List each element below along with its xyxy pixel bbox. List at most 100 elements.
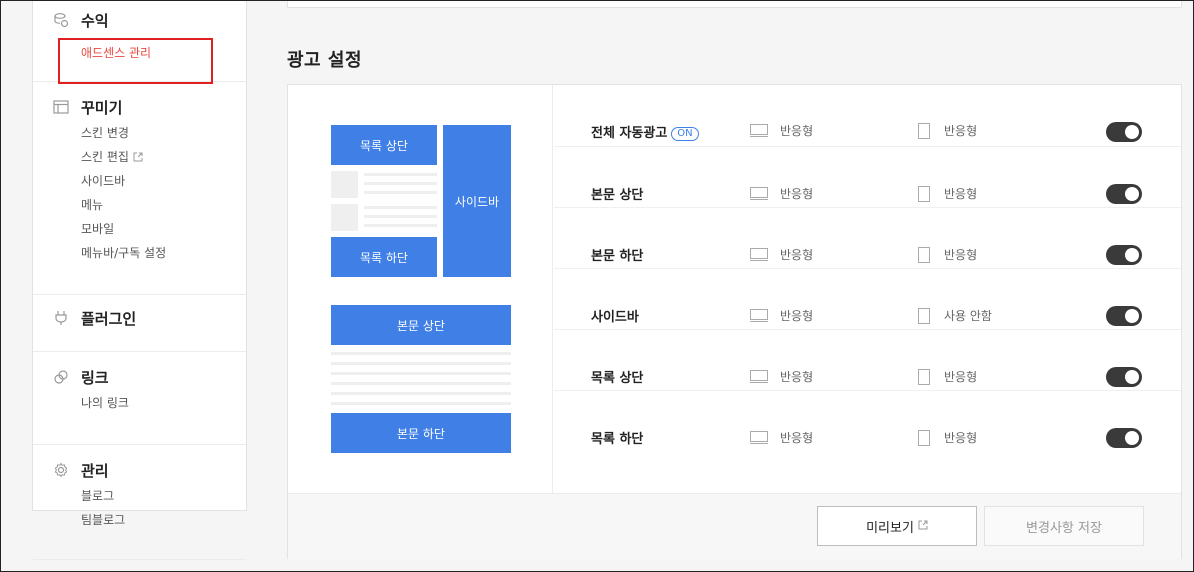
monitor-icon xyxy=(750,248,768,261)
mobile-icon xyxy=(918,185,930,202)
preview-list-bottom: 목록 하단 xyxy=(331,237,437,277)
sidebar-item-blog[interactable]: 블로그 xyxy=(33,484,246,508)
sidebar-title-link: 링크 xyxy=(81,368,109,387)
sidebar-item-menu[interactable]: 메뉴 xyxy=(33,193,246,217)
ad-toggle-body-top[interactable] xyxy=(1106,184,1142,204)
layout-icon xyxy=(52,98,70,116)
preview-button[interactable]: 미리보기 xyxy=(817,506,977,546)
preview-list-top: 목록 상단 xyxy=(331,125,437,165)
external-link-icon xyxy=(918,519,928,534)
preview-line xyxy=(364,215,437,218)
monitor-icon xyxy=(750,187,768,200)
ad-toggle-body-bottom[interactable] xyxy=(1106,245,1142,265)
pc-setting[interactable]: 반응형 xyxy=(750,429,813,446)
sidebar-header-link[interactable]: 링크 xyxy=(33,365,246,389)
sidebar-item-my-link[interactable]: 나의 링크 xyxy=(33,391,246,415)
sidebar-item-team-blog[interactable]: 팀블로그 xyxy=(33,508,246,532)
preview-line xyxy=(364,182,437,185)
sidebar-section-manage: 관리 블로그 팀블로그 xyxy=(33,458,246,560)
sidebar-item-skin-edit-label: 스킨 편집 xyxy=(81,150,129,164)
ad-row-body-bottom: 본문 하단 반응형 반응형 xyxy=(554,208,1181,269)
ad-toggle-list-top[interactable] xyxy=(1106,367,1142,387)
pc-setting[interactable]: 반응형 xyxy=(750,307,813,324)
preview-line xyxy=(331,392,511,395)
mobile-setting[interactable]: 사용 안함 xyxy=(918,307,992,324)
preview-line xyxy=(331,362,511,365)
pc-setting[interactable]: 반응형 xyxy=(750,122,813,139)
sidebar-item-skin-change[interactable]: 스킨 변경 xyxy=(33,121,246,145)
preview-body-top: 본문 상단 xyxy=(331,305,511,345)
sidebar-header-customize[interactable]: 꾸미기 xyxy=(33,95,246,119)
ad-row-auto: 전체 자동광고 ON 반응형 반응형 xyxy=(554,85,1181,147)
ad-toggle-auto[interactable] xyxy=(1106,122,1142,142)
sidebar-item-mobile[interactable]: 모바일 xyxy=(33,217,246,241)
plug-icon xyxy=(52,309,70,327)
mobile-setting[interactable]: 반응형 xyxy=(918,246,977,263)
ad-row-label: 사이드바 xyxy=(591,310,639,325)
preview-line xyxy=(331,372,511,375)
pc-setting-value: 반응형 xyxy=(780,370,814,384)
save-changes-button[interactable]: 변경사항 저장 xyxy=(984,506,1144,546)
sidebar-section-link: 링크 나의 링크 xyxy=(33,365,246,445)
preview-thumb xyxy=(331,204,358,231)
pc-setting-value: 반응형 xyxy=(780,124,814,138)
page-title: 광고 설정 xyxy=(287,50,363,71)
sidebar-item-skin-edit[interactable]: 스킨 편집 xyxy=(33,145,246,169)
ad-row-body-top: 본문 상단 반응형 반응형 xyxy=(554,147,1181,208)
preview-sidebar: 사이드바 xyxy=(443,125,511,277)
sidebar-title-customize: 꾸미기 xyxy=(81,98,123,117)
sidebar-header-revenue[interactable]: 수익 xyxy=(33,0,246,32)
monitor-icon xyxy=(750,124,768,137)
ad-row-label: 전체 자동광고 ON xyxy=(591,122,699,141)
preview-line xyxy=(331,402,511,405)
preview-thumb xyxy=(331,171,358,198)
top-card xyxy=(287,0,1182,8)
preview-line xyxy=(364,224,437,227)
mobile-setting-value: 반응형 xyxy=(944,124,978,138)
ad-toggle-sidebar[interactable] xyxy=(1106,306,1142,326)
highlight-box xyxy=(58,38,213,84)
sidebar-header-plugin[interactable]: 플러그인 xyxy=(33,306,246,330)
mobile-setting[interactable]: 반응형 xyxy=(918,429,977,446)
preview-body-bottom: 본문 하단 xyxy=(331,413,511,453)
ad-row-auto-label: 전체 자동광고 xyxy=(591,126,668,141)
mobile-icon xyxy=(918,307,930,324)
external-link-icon xyxy=(133,146,143,170)
mobile-setting[interactable]: 반응형 xyxy=(918,185,977,202)
pc-setting[interactable]: 반응형 xyxy=(750,185,813,202)
preview-line xyxy=(331,352,511,355)
mobile-setting-value: 반응형 xyxy=(944,431,978,445)
preview-line xyxy=(331,382,511,385)
mobile-setting-value: 반응형 xyxy=(944,187,978,201)
pc-setting[interactable]: 반응형 xyxy=(750,246,813,263)
mobile-setting-value: 반응형 xyxy=(944,248,978,262)
ad-toggle-list-bottom[interactable] xyxy=(1106,428,1142,448)
mobile-icon xyxy=(918,429,930,446)
sidebar-header-manage[interactable]: 관리 xyxy=(33,458,246,482)
mobile-setting-value: 반응형 xyxy=(944,370,978,384)
preview-line xyxy=(364,191,437,194)
sidebar-title-plugin: 플러그인 xyxy=(81,309,137,328)
pc-setting-value: 반응형 xyxy=(780,248,814,262)
sidebar-section-customize: 꾸미기 스킨 변경 스킨 편집 사이드바 메뉴 모바일 메뉴바/구독 설정 xyxy=(33,95,246,295)
sidebar-item-menubar[interactable]: 메뉴바/구독 설정 xyxy=(33,241,246,265)
ad-settings-list: 전체 자동광고 ON 반응형 반응형 본문 상단 반응형 반응형 본문 하단 반응… xyxy=(554,85,1181,452)
mobile-setting[interactable]: 반응형 xyxy=(918,368,977,385)
ad-row-label: 목록 하단 xyxy=(591,432,644,447)
ad-layout-preview: 목록 상단 사이드바 목록 하단 본문 상단 본문 하단 xyxy=(288,85,553,493)
mobile-icon xyxy=(918,122,930,139)
sidebar-item-sidebar[interactable]: 사이드바 xyxy=(33,169,246,193)
mobile-icon xyxy=(918,368,930,385)
ad-row-list-top: 목록 상단 반응형 반응형 xyxy=(554,330,1181,391)
mobile-setting[interactable]: 반응형 xyxy=(918,122,977,139)
pc-setting[interactable]: 반응형 xyxy=(750,368,813,385)
ad-row-label: 본문 하단 xyxy=(591,249,644,264)
preview-button-label: 미리보기 xyxy=(866,520,914,536)
mobile-icon xyxy=(918,246,930,263)
ad-settings-card: 목록 상단 사이드바 목록 하단 본문 상단 본문 하단 전체 자동광고 ON 반… xyxy=(287,84,1182,559)
ad-row-label: 목록 상단 xyxy=(591,371,644,386)
pc-setting-value: 반응형 xyxy=(780,309,814,323)
on-badge: ON xyxy=(671,127,699,141)
preview-line xyxy=(364,206,437,209)
sidebar-title-manage: 관리 xyxy=(81,461,109,480)
